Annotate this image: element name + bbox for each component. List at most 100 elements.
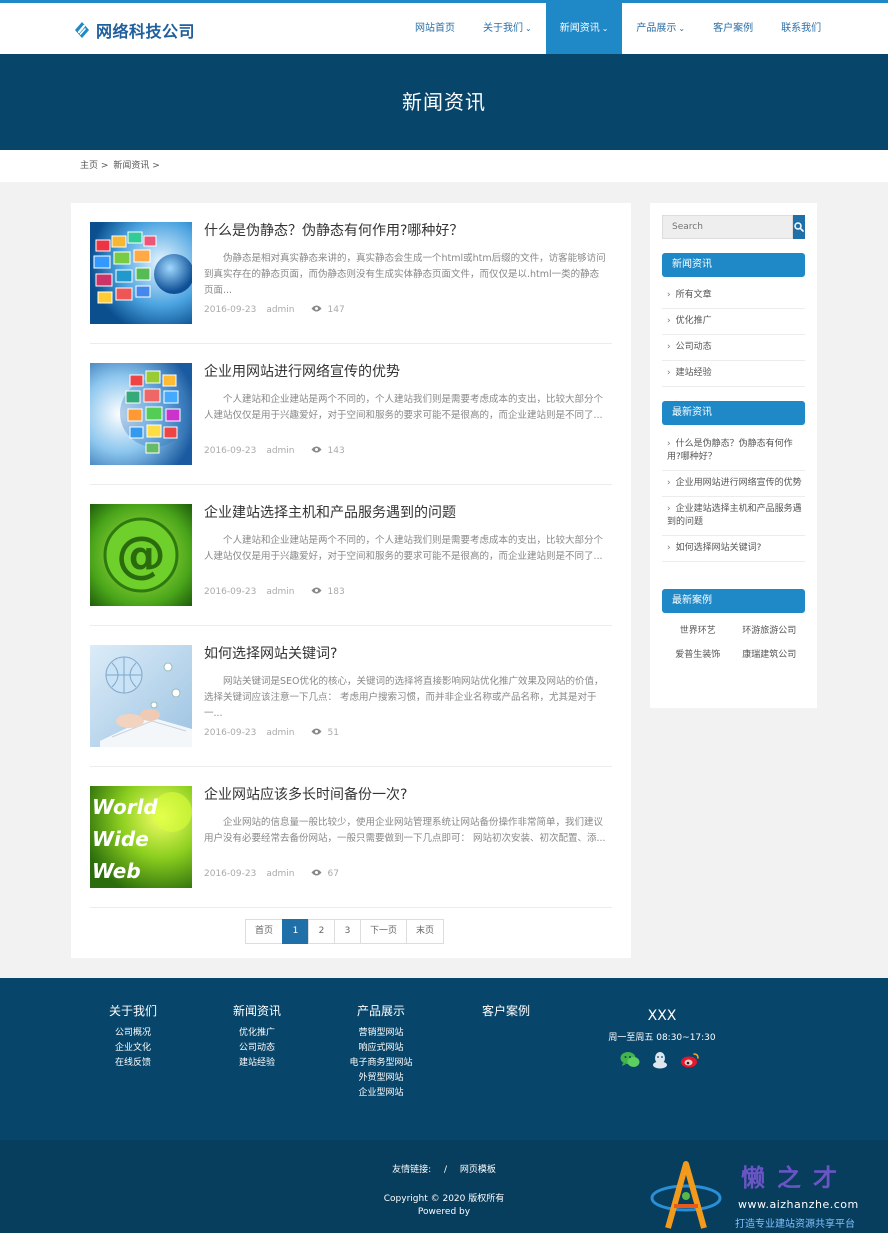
nav-label: 新闻资讯 xyxy=(559,23,600,34)
article-views: 67 xyxy=(327,869,339,879)
chevron-down-icon: ⌄ xyxy=(601,24,609,33)
sidebar-news-item[interactable]: › 公司动态 xyxy=(662,335,805,361)
site-logo[interactable]: 网络科技公司 xyxy=(73,18,195,42)
chevron-down-icon: ⌄ xyxy=(525,24,532,33)
article-meta: 2016-09-23 admin 143 xyxy=(204,446,345,456)
article-title[interactable]: 企业用网站进行网络宣传的优势 xyxy=(204,361,400,381)
eye-icon xyxy=(311,728,322,738)
article-thumbnail[interactable] xyxy=(90,222,192,324)
breadcrumb-home[interactable]: 主页 xyxy=(80,161,98,171)
article-item: 企业用网站进行网络宣传的优势 个人建站和企业建站是两个不同的，个人建站我们则是需… xyxy=(90,344,612,485)
footer-col-title: 新闻资讯 xyxy=(232,1004,281,1018)
qq-icon[interactable] xyxy=(650,1051,670,1072)
article-item: 如何选择网站关键词? 网站关键词是SEO优化的核心，关键词的选择将直接影响网站优… xyxy=(90,626,612,767)
sidebar-item-label: 如何选择网站关键词? xyxy=(675,543,762,553)
sidebar-news-item[interactable]: › 建站经验 xyxy=(662,361,805,387)
logo-text: 网络科技公司 xyxy=(96,22,196,41)
page-3[interactable]: 3 xyxy=(334,919,362,944)
svg-text:World: World xyxy=(92,795,158,819)
footer-link[interactable]: 响应式网站 xyxy=(336,1041,426,1056)
weibo-icon[interactable] xyxy=(680,1051,700,1072)
sidebar-news-item[interactable]: › 所有文章 xyxy=(662,283,805,309)
sidebar-latest-item[interactable]: › 如何选择网站关键词? xyxy=(662,536,805,562)
article-title[interactable]: 企业网站应该多长时间备份一次? xyxy=(204,784,407,804)
case-link[interactable]: 世界环艺 xyxy=(662,623,734,636)
article-title[interactable]: 什么是伪静态？伪静态有何作用?哪种好？ xyxy=(204,220,463,240)
footer-link[interactable]: 优化推广 xyxy=(218,1026,296,1041)
friend-link[interactable]: 网页模板 xyxy=(460,1165,496,1175)
page-first[interactable]: 首页 xyxy=(245,919,284,944)
sidebar-news-heading: 新闻资讯 xyxy=(662,253,805,277)
footer-col-title[interactable]: 客户案例 xyxy=(466,1002,546,1019)
screens-globe-image xyxy=(90,222,192,324)
svg-text:Wide: Wide xyxy=(92,827,149,851)
article-meta: 2016-09-23 admin 67 xyxy=(204,869,339,879)
sidebar-item-label: 企业建站选择主机和产品服务遇到的问题 xyxy=(667,504,802,527)
case-link[interactable]: 康瑞建筑公司 xyxy=(734,647,806,660)
page-next[interactable]: 下一页 xyxy=(360,919,408,944)
chevron-right-icon: › xyxy=(667,290,671,300)
svg-text:Web: Web xyxy=(92,859,141,883)
article-views: 143 xyxy=(327,446,345,456)
footer-link[interactable]: 企业文化 xyxy=(94,1041,172,1056)
eye-icon xyxy=(311,305,322,315)
nav-label: 联系我们 xyxy=(781,23,822,34)
article-title[interactable]: 企业建站选择主机和产品服务遇到的问题 xyxy=(204,502,456,522)
search-icon xyxy=(794,222,804,232)
chevron-right-icon: › xyxy=(667,478,671,488)
footer-link[interactable]: 建站经验 xyxy=(218,1056,296,1071)
page-2[interactable]: 2 xyxy=(308,919,336,944)
sidebar-latest-heading: 最新资讯 xyxy=(662,401,805,425)
article-views: 147 xyxy=(327,305,345,315)
breadcrumb-separator: > xyxy=(152,161,160,171)
article-item: World Wide Web 企业网站应该多长时间备份一次? 企业网站的信息量一… xyxy=(90,767,612,908)
article-meta: 2016-09-23 admin 183 xyxy=(204,587,345,597)
chevron-right-icon: › xyxy=(667,543,671,553)
nav-contact[interactable]: 联系我们 xyxy=(767,3,835,54)
chevron-right-icon: › xyxy=(667,368,671,378)
case-link[interactable]: 环游旅游公司 xyxy=(734,623,806,636)
nav-home[interactable]: 网站首页 xyxy=(401,3,469,54)
sidebar-latest-item[interactable]: › 什么是伪静态？伪静态有何作用?哪种好？ xyxy=(662,432,805,471)
nav-label: 关于我们 xyxy=(483,23,523,34)
search-input[interactable] xyxy=(662,215,793,239)
sidebar-news-item[interactable]: › 优化推广 xyxy=(662,309,805,335)
page-last[interactable]: 末页 xyxy=(406,919,445,944)
footer-link[interactable]: 企业型网站 xyxy=(336,1086,426,1101)
sidebar-latest-item[interactable]: › 企业用网站进行网络宣传的优势 xyxy=(662,471,805,497)
sidebar-item-label: 公司动态 xyxy=(675,342,712,352)
sidebar-latest-item[interactable]: › 企业建站选择主机和产品服务遇到的问题 xyxy=(662,497,805,536)
at-sign-image: @ xyxy=(90,504,192,606)
nav-news[interactable]: 新闻资讯 ⌄ xyxy=(545,3,623,54)
footer-col-cases: 客户案例 xyxy=(466,1002,546,1026)
article-thumbnail[interactable] xyxy=(90,363,192,465)
footer-link[interactable]: 营销型网站 xyxy=(336,1026,426,1041)
article-title[interactable]: 如何选择网站关键词? xyxy=(204,643,337,663)
nav-products[interactable]: 产品展示 ⌄ xyxy=(622,3,699,54)
article-thumbnail[interactable] xyxy=(90,645,192,747)
footer-link[interactable]: 公司概况 xyxy=(94,1026,172,1041)
footer-link[interactable]: 公司动态 xyxy=(218,1041,296,1056)
watermark: 懒之才 www.aizhanzhe.com 打造专业建站资源共享平台 xyxy=(648,1158,888,1233)
search-button[interactable] xyxy=(793,215,805,239)
footer-link[interactable]: 在线反馈 xyxy=(94,1056,172,1071)
footer-link[interactable]: 外贸型网站 xyxy=(336,1071,426,1086)
article-date: 2016-09-23 xyxy=(204,728,257,738)
article-thumbnail[interactable]: World Wide Web xyxy=(90,786,192,888)
footer-link[interactable]: 电子商务型网站 xyxy=(336,1056,426,1071)
sidebar-item-label: 企业用网站进行网络宣传的优势 xyxy=(675,478,802,488)
article-summary: 网站关键词是SEO优化的核心，关键词的选择将直接影响网站优化推广效果及网站的价值… xyxy=(204,676,604,719)
wechat-icon[interactable] xyxy=(620,1051,640,1072)
article-meta: 2016-09-23 admin 51 xyxy=(204,728,339,738)
article-thumbnail[interactable]: @ xyxy=(90,504,192,606)
article-summary: 伪静态是相对真实静态来讲的，真实静态会生成一个html或htm后缀的文件，访客能… xyxy=(204,253,606,296)
article-date: 2016-09-23 xyxy=(204,869,257,879)
case-link[interactable]: 爱普生装饰 xyxy=(662,647,734,660)
site-header: 网络科技公司 网站首页 关于我们 ⌄ 新闻资讯 ⌄ 产品展示 ⌄ 客户案例 联系我们 xyxy=(0,3,888,54)
main-nav: 网站首页 关于我们 ⌄ 新闻资讯 ⌄ 产品展示 ⌄ 客户案例 联系我们 xyxy=(401,3,835,54)
nav-cases[interactable]: 客户案例 xyxy=(699,3,767,54)
nav-about[interactable]: 关于我们 ⌄ xyxy=(469,3,546,54)
page-1[interactable]: 1 xyxy=(282,919,310,944)
footer-col-about: 关于我们 公司概况 企业文化 在线反馈 xyxy=(94,1002,172,1071)
breadcrumb-news[interactable]: 新闻资讯 xyxy=(113,161,149,171)
